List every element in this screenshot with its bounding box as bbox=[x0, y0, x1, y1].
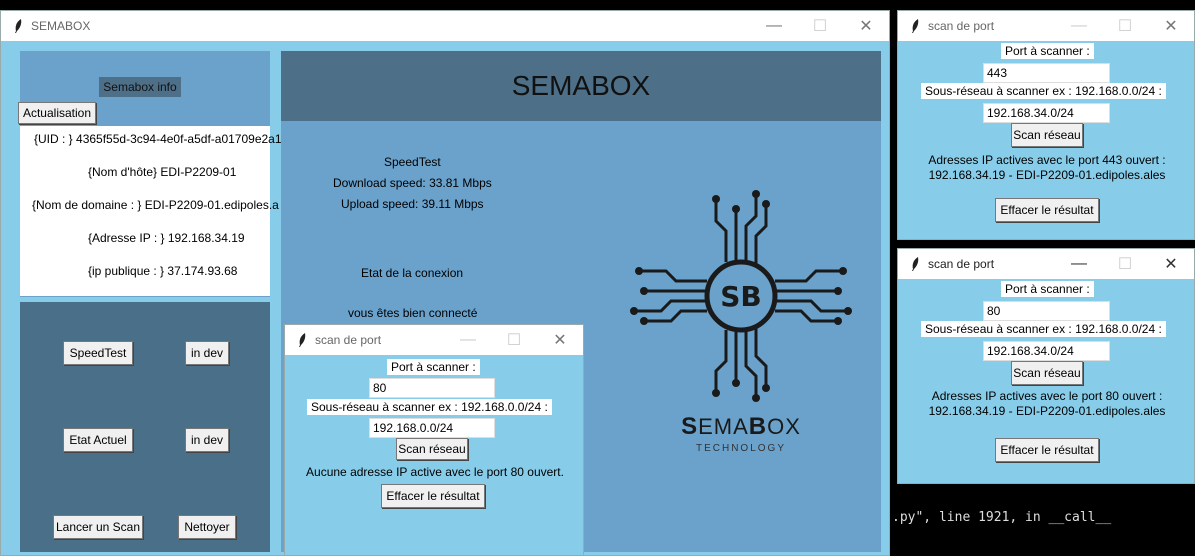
in-dev-button-2[interactable]: in dev bbox=[185, 428, 229, 452]
scan-window-1: scan de port — ☐ ✕ Port à scanner : 80 S… bbox=[284, 324, 584, 556]
in-dev-button-1[interactable]: in dev bbox=[185, 341, 229, 365]
clear-result-button[interactable]: Effacer le résultat bbox=[995, 438, 1099, 462]
scan-window-2: scan de port — ☐ ✕ Port à scanner : 443 … bbox=[897, 10, 1195, 240]
scan-network-button[interactable]: Scan réseau bbox=[396, 438, 468, 460]
semabox-info-label: Semabox info bbox=[99, 77, 181, 97]
clear-result-button[interactable]: Effacer le résultat bbox=[995, 198, 1099, 222]
logo-monogram: SB bbox=[720, 280, 762, 313]
info-public-ip: {ip publique : } 37.174.93.68 bbox=[88, 264, 238, 278]
sidebar-buttons-panel: SpeedTest in dev Etat Actuel in dev Lanc… bbox=[20, 302, 270, 552]
speedtest-button[interactable]: SpeedTest bbox=[63, 341, 133, 365]
scan-result-line-2: 192.168.34.19 - EDI-P2209-01.edipoles.al… bbox=[928, 168, 1166, 182]
close-icon[interactable]: ✕ bbox=[1148, 11, 1194, 41]
subnet-label: Sous-réseau à scanner ex : 192.168.0.0/2… bbox=[921, 83, 1166, 99]
info-hostname: {Nom d'hôte} EDI-P2209-01 bbox=[88, 165, 237, 179]
scan-result: Aucune adresse IP active avec le port 80… bbox=[306, 465, 564, 479]
minimize-icon[interactable]: — bbox=[751, 11, 797, 41]
page-title: SEMABOX bbox=[511, 70, 651, 101]
port-label: Port à scanner : bbox=[1001, 281, 1094, 297]
maximize-icon[interactable]: ☐ bbox=[491, 325, 537, 355]
logo-wordmark: SEMABOX bbox=[621, 413, 861, 441]
speedtest-title: SpeedTest bbox=[384, 155, 441, 169]
info-domain: {Nom de domaine : } EDI-P2209-01.edipole… bbox=[32, 198, 279, 212]
maximize-icon[interactable]: ☐ bbox=[1102, 249, 1148, 279]
minimize-icon[interactable]: — bbox=[1056, 11, 1102, 41]
nettoyer-button[interactable]: Nettoyer bbox=[178, 515, 236, 539]
logo-wordmark-ema: EMA bbox=[698, 414, 749, 439]
port-input[interactable]: 80 bbox=[983, 301, 1110, 321]
close-icon[interactable]: ✕ bbox=[537, 325, 583, 355]
minimize-icon[interactable]: — bbox=[1056, 249, 1102, 279]
lancer-scan-button[interactable]: Lancer un Scan bbox=[53, 515, 143, 539]
port-input[interactable]: 80 bbox=[369, 378, 495, 398]
subnet-input[interactable]: 192.168.0.0/24 bbox=[369, 418, 495, 438]
header-bar: SEMABOX bbox=[281, 51, 881, 121]
scan-network-button[interactable]: Scan réseau bbox=[1011, 123, 1083, 147]
info-list: {UID : } 4365f55d-3c94-4e0f-a5df-a01709e… bbox=[20, 126, 282, 296]
connection-title: Etat de la conexion bbox=[361, 266, 464, 280]
close-icon[interactable]: ✕ bbox=[1148, 249, 1194, 279]
scan-window-3-titlebar[interactable]: scan de port — ☐ ✕ bbox=[898, 249, 1194, 279]
window-title: SEMABOX bbox=[31, 19, 91, 33]
semabox-logo: SB SEMABOX TECHNOLOGY bbox=[621, 181, 861, 454]
logo-wordmark-ox: OX bbox=[767, 414, 801, 439]
scan-network-button[interactable]: Scan réseau bbox=[1011, 361, 1083, 385]
scan-window-3: scan de port — ☐ ✕ Port à scanner : 80 S… bbox=[897, 248, 1195, 484]
info-ip: {Adresse IP : } 192.168.34.19 bbox=[88, 231, 245, 245]
download-speed: Download speed: 33.81 Mbps bbox=[333, 176, 492, 190]
feather-icon bbox=[11, 18, 25, 34]
port-label: Port à scanner : bbox=[1001, 43, 1094, 59]
refresh-button[interactable]: Actualisation bbox=[18, 102, 96, 124]
minimize-icon[interactable]: — bbox=[445, 325, 491, 355]
window-title: scan de port bbox=[928, 19, 995, 33]
feather-icon bbox=[295, 332, 309, 348]
close-icon[interactable]: ✕ bbox=[843, 11, 889, 41]
maximize-icon[interactable]: ☐ bbox=[797, 11, 843, 41]
logo-tagline: TECHNOLOGY bbox=[695, 443, 786, 454]
connection-status: vous êtes bien connecté bbox=[348, 306, 478, 320]
port-input[interactable]: 443 bbox=[983, 63, 1110, 83]
info-uid: {UID : } 4365f55d-3c94-4e0f-a5df-a01709e… bbox=[34, 132, 282, 146]
maximize-icon[interactable]: ☐ bbox=[1102, 11, 1148, 41]
feather-icon bbox=[908, 256, 922, 272]
subnet-input[interactable]: 192.168.34.0/24 bbox=[983, 341, 1110, 361]
terminal-output: .py", line 1921, in __call__ bbox=[892, 510, 1112, 525]
logo-wordmark-b: B bbox=[748, 413, 768, 440]
logo-wordmark-s: S bbox=[681, 413, 699, 440]
scan-result-line-1: Adresses IP actives avec le port 443 ouv… bbox=[928, 153, 1166, 167]
scan-result-line-1: Adresses IP actives avec le port 80 ouve… bbox=[931, 389, 1163, 403]
sidebar-info-panel: Semabox info Actualisation {UID : } 4365… bbox=[18, 51, 282, 297]
clear-result-button[interactable]: Effacer le résultat bbox=[381, 484, 485, 508]
main-titlebar[interactable]: SEMABOX — ☐ ✕ bbox=[1, 11, 889, 41]
port-label: Port à scanner : bbox=[387, 359, 480, 375]
circuit-logo-icon: SB bbox=[630, 190, 852, 402]
scan-result-line-2: 192.168.34.19 - EDI-P2209-01.edipoles.al… bbox=[928, 404, 1166, 418]
subnet-input[interactable]: 192.168.34.0/24 bbox=[983, 103, 1110, 123]
window-title: scan de port bbox=[928, 257, 995, 271]
scan-window-2-titlebar[interactable]: scan de port — ☐ ✕ bbox=[898, 11, 1194, 41]
upload-speed: Upload speed: 39.11 Mbps bbox=[341, 197, 484, 211]
window-title: scan de port bbox=[315, 333, 382, 347]
etat-actuel-button[interactable]: Etat Actuel bbox=[63, 428, 133, 452]
feather-icon bbox=[908, 18, 922, 34]
subnet-label: Sous-réseau à scanner ex : 192.168.0.0/2… bbox=[921, 321, 1166, 337]
subnet-label: Sous-réseau à scanner ex : 192.168.0.0/2… bbox=[307, 399, 552, 415]
scan-window-1-titlebar[interactable]: scan de port — ☐ ✕ bbox=[285, 325, 583, 355]
